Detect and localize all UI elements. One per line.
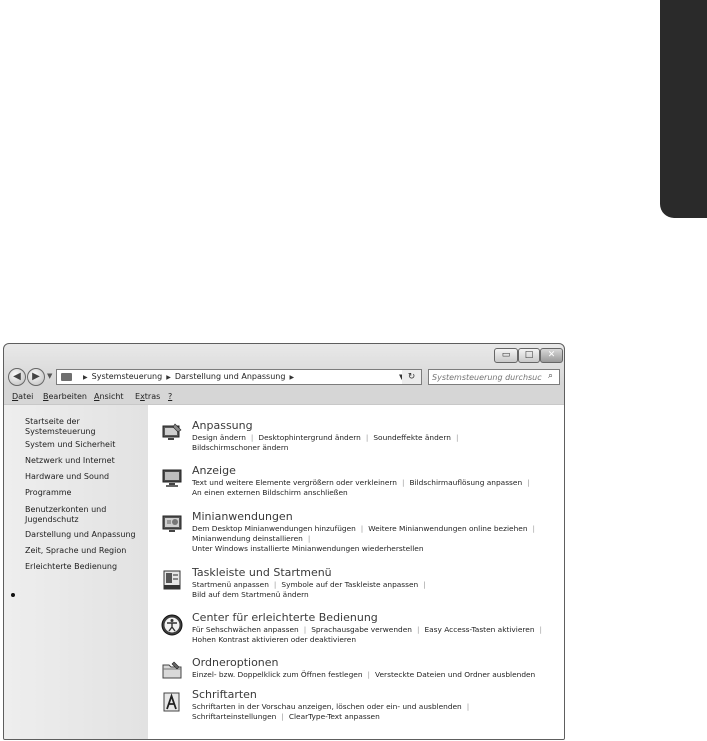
sidebar-item-network[interactable]: Netzwerk und Internet [25,456,145,466]
chevron-right-icon[interactable]: ▶ [79,374,92,381]
breadcrumb-item-darstellung[interactable]: Darstellung und Anpassung [175,372,286,381]
category-title[interactable]: Center für erleichterte Bedienung [192,611,378,624]
folder-options-icon[interactable] [161,659,183,681]
task-links: Text und weitere Elemente vergrößern ode… [192,478,530,487]
task-link[interactable]: Einzel- bzw. Doppelklick zum Öffnen fest… [192,670,363,679]
category-title[interactable]: Minianwendungen [192,510,293,523]
category-title[interactable]: Schriftarten [192,688,257,701]
menu-bar: Datei Bearbeiten Ansicht Extras ? [4,390,564,404]
task-link[interactable]: Schriftarten in der Vorschau anzeigen, l… [192,702,462,711]
refresh-button[interactable]: ↻ [402,369,422,385]
control-panel-window: ▭ □ ✕ ◀ ▶ ▼ ▶ Systemsteuerung ▶ Darstellung… [3,343,565,740]
taskbar-icon[interactable] [161,569,183,591]
task-link[interactable]: Design ändern [192,433,246,442]
back-arrow-icon: ◀ [13,371,21,382]
close-button[interactable]: ✕ [540,348,563,363]
category-title[interactable]: Anpassung [192,419,253,432]
breadcrumb: ▶ Systemsteuerung ▶ Darstellung und Anpassu… [79,370,298,385]
menu-help[interactable]: ? [168,390,172,404]
menu-bearbeiten[interactable]: Bearbeiten [43,390,87,404]
task-links: Dem Desktop Minianwendungen hinzufügen | W… [192,524,536,533]
task-link[interactable]: Versteckte Dateien und Ordner ausblenden [375,670,535,679]
task-link[interactable]: Easy Access-Tasten aktivieren [424,625,534,634]
task-link[interactable]: Dem Desktop Minianwendungen hinzufügen [192,524,356,533]
menu-extras[interactable]: Extras [135,390,160,404]
category-title[interactable]: Anzeige [192,464,236,477]
task-links: Minianwendung deinstallieren | [192,534,311,543]
task-link[interactable]: Sprachausgabe verwenden [311,625,412,634]
chevron-right-icon[interactable]: ▶ [162,374,175,381]
task-link[interactable]: Soundeffekte ändern [373,433,451,442]
address-bar[interactable]: ▶ Systemsteuerung ▶ Darstellung und Anpassu… [56,369,422,385]
task-link[interactable]: Startmenü anpassen [192,580,269,589]
personalization-icon[interactable] [161,422,183,444]
sidebar-item-ease-of-access[interactable]: Erleichterte Bedienung [25,562,145,572]
back-button[interactable]: ◀ [8,368,26,386]
task-link[interactable]: Text und weitere Elemente vergrößern ode… [192,478,397,487]
minimize-button[interactable]: ▭ [494,348,518,363]
task-links: Design ändern | Desktophintergrund ändern |… [192,433,459,442]
category-title[interactable]: Ordneroptionen [192,656,279,669]
task-link[interactable]: Für Sehschwächen anpassen [192,625,299,634]
task-link[interactable]: Hohen Kontrast aktivieren oder deaktivie… [192,635,356,644]
task-links: Schriftarten in der Vorschau anzeigen, l… [192,702,470,711]
task-links: Für Sehschwächen anpassen | Sprachausgabe … [192,625,543,634]
sidebar-item-home[interactable]: Startseite der Systemsteuerung [25,417,145,437]
sidebar-item-appearance[interactable]: Darstellung und Anpassung [25,530,145,540]
task-links: Unter Windows installierte Minianwendung… [192,544,424,554]
task-link[interactable]: An einen externen Bildschirm anschließen [192,488,348,497]
recent-pages-dropdown[interactable]: ▼ [47,372,52,380]
breadcrumb-item-systemsteuerung[interactable]: Systemsteuerung [92,372,163,381]
search-input[interactable] [432,371,542,383]
search-box[interactable]: ⌕ [428,369,560,385]
sidebar-item-system-security[interactable]: System und Sicherheit [25,440,145,450]
forward-arrow-icon: ▶ [32,371,40,382]
search-icon[interactable]: ⌕ [548,371,553,381]
chevron-right-icon[interactable]: ▶ [285,374,298,381]
task-link[interactable]: Weitere Minianwendungen online beziehen [368,524,527,533]
task-links: Bildschirmschoner ändern [192,443,288,453]
task-links: An einen externen Bildschirm anschließen [192,488,348,498]
task-link[interactable]: Minianwendung deinstallieren [192,534,303,543]
task-link[interactable]: Symbole auf der Taskleiste anpassen [281,580,418,589]
sidebar-item-hardware-sound[interactable]: Hardware und Sound [25,472,145,482]
task-link[interactable]: Bildschirmauflösung anpassen [410,478,523,487]
task-links: Bild auf dem Startmenü ändern [192,590,309,600]
sidebar-item-user-accounts[interactable]: Benutzerkonten und Jugendschutz [25,505,115,525]
side-tab [660,0,707,218]
task-link[interactable]: Desktophintergrund ändern [258,433,360,442]
navigation-bar: ◀ ▶ ▼ ▶ Systemsteuerung ▶ Darstellung und A… [4,366,564,388]
menu-datei[interactable]: Datei [12,390,33,404]
task-link[interactable]: Bild auf dem Startmenü ändern [192,590,309,599]
task-links: Einzel- bzw. Doppelklick zum Öffnen fest… [192,670,536,679]
refresh-icon: ↻ [407,372,416,382]
task-links: Schriftarteinstellungen | ClearType-Text a… [192,712,380,721]
task-link[interactable]: Schriftarteinstellungen [192,712,276,721]
content-pane: Anpassung Design ändern | Desktophintergru… [148,404,564,739]
active-bullet-icon [11,593,15,597]
task-links: Hohen Kontrast aktivieren oder deaktivie… [192,635,356,645]
display-icon[interactable] [161,467,183,489]
task-link[interactable]: ClearType-Text anpassen [289,712,380,721]
menu-ansicht[interactable]: Ansicht [94,390,124,404]
sidebar-item-clock-region[interactable]: Zeit, Sprache und Region [25,546,145,556]
fonts-icon[interactable] [161,691,183,713]
category-title[interactable]: Taskleiste und Startmenü [192,566,332,579]
control-panel-icon [61,373,72,381]
sidebar: Startseite der Systemsteuerung System un… [4,404,148,739]
gadgets-icon[interactable] [161,513,183,535]
ease-of-access-icon[interactable] [161,614,183,636]
maximize-button[interactable]: □ [518,348,540,363]
title-bar: ▭ □ ✕ [4,344,564,366]
task-link[interactable]: Bildschirmschoner ändern [192,443,288,452]
task-links: Startmenü anpassen | Symbole auf der Taskl… [192,580,426,589]
sidebar-item-programs[interactable]: Programme [25,488,145,498]
forward-button[interactable]: ▶ [27,368,45,386]
task-link[interactable]: Unter Windows installierte Minianwendung… [192,544,424,553]
